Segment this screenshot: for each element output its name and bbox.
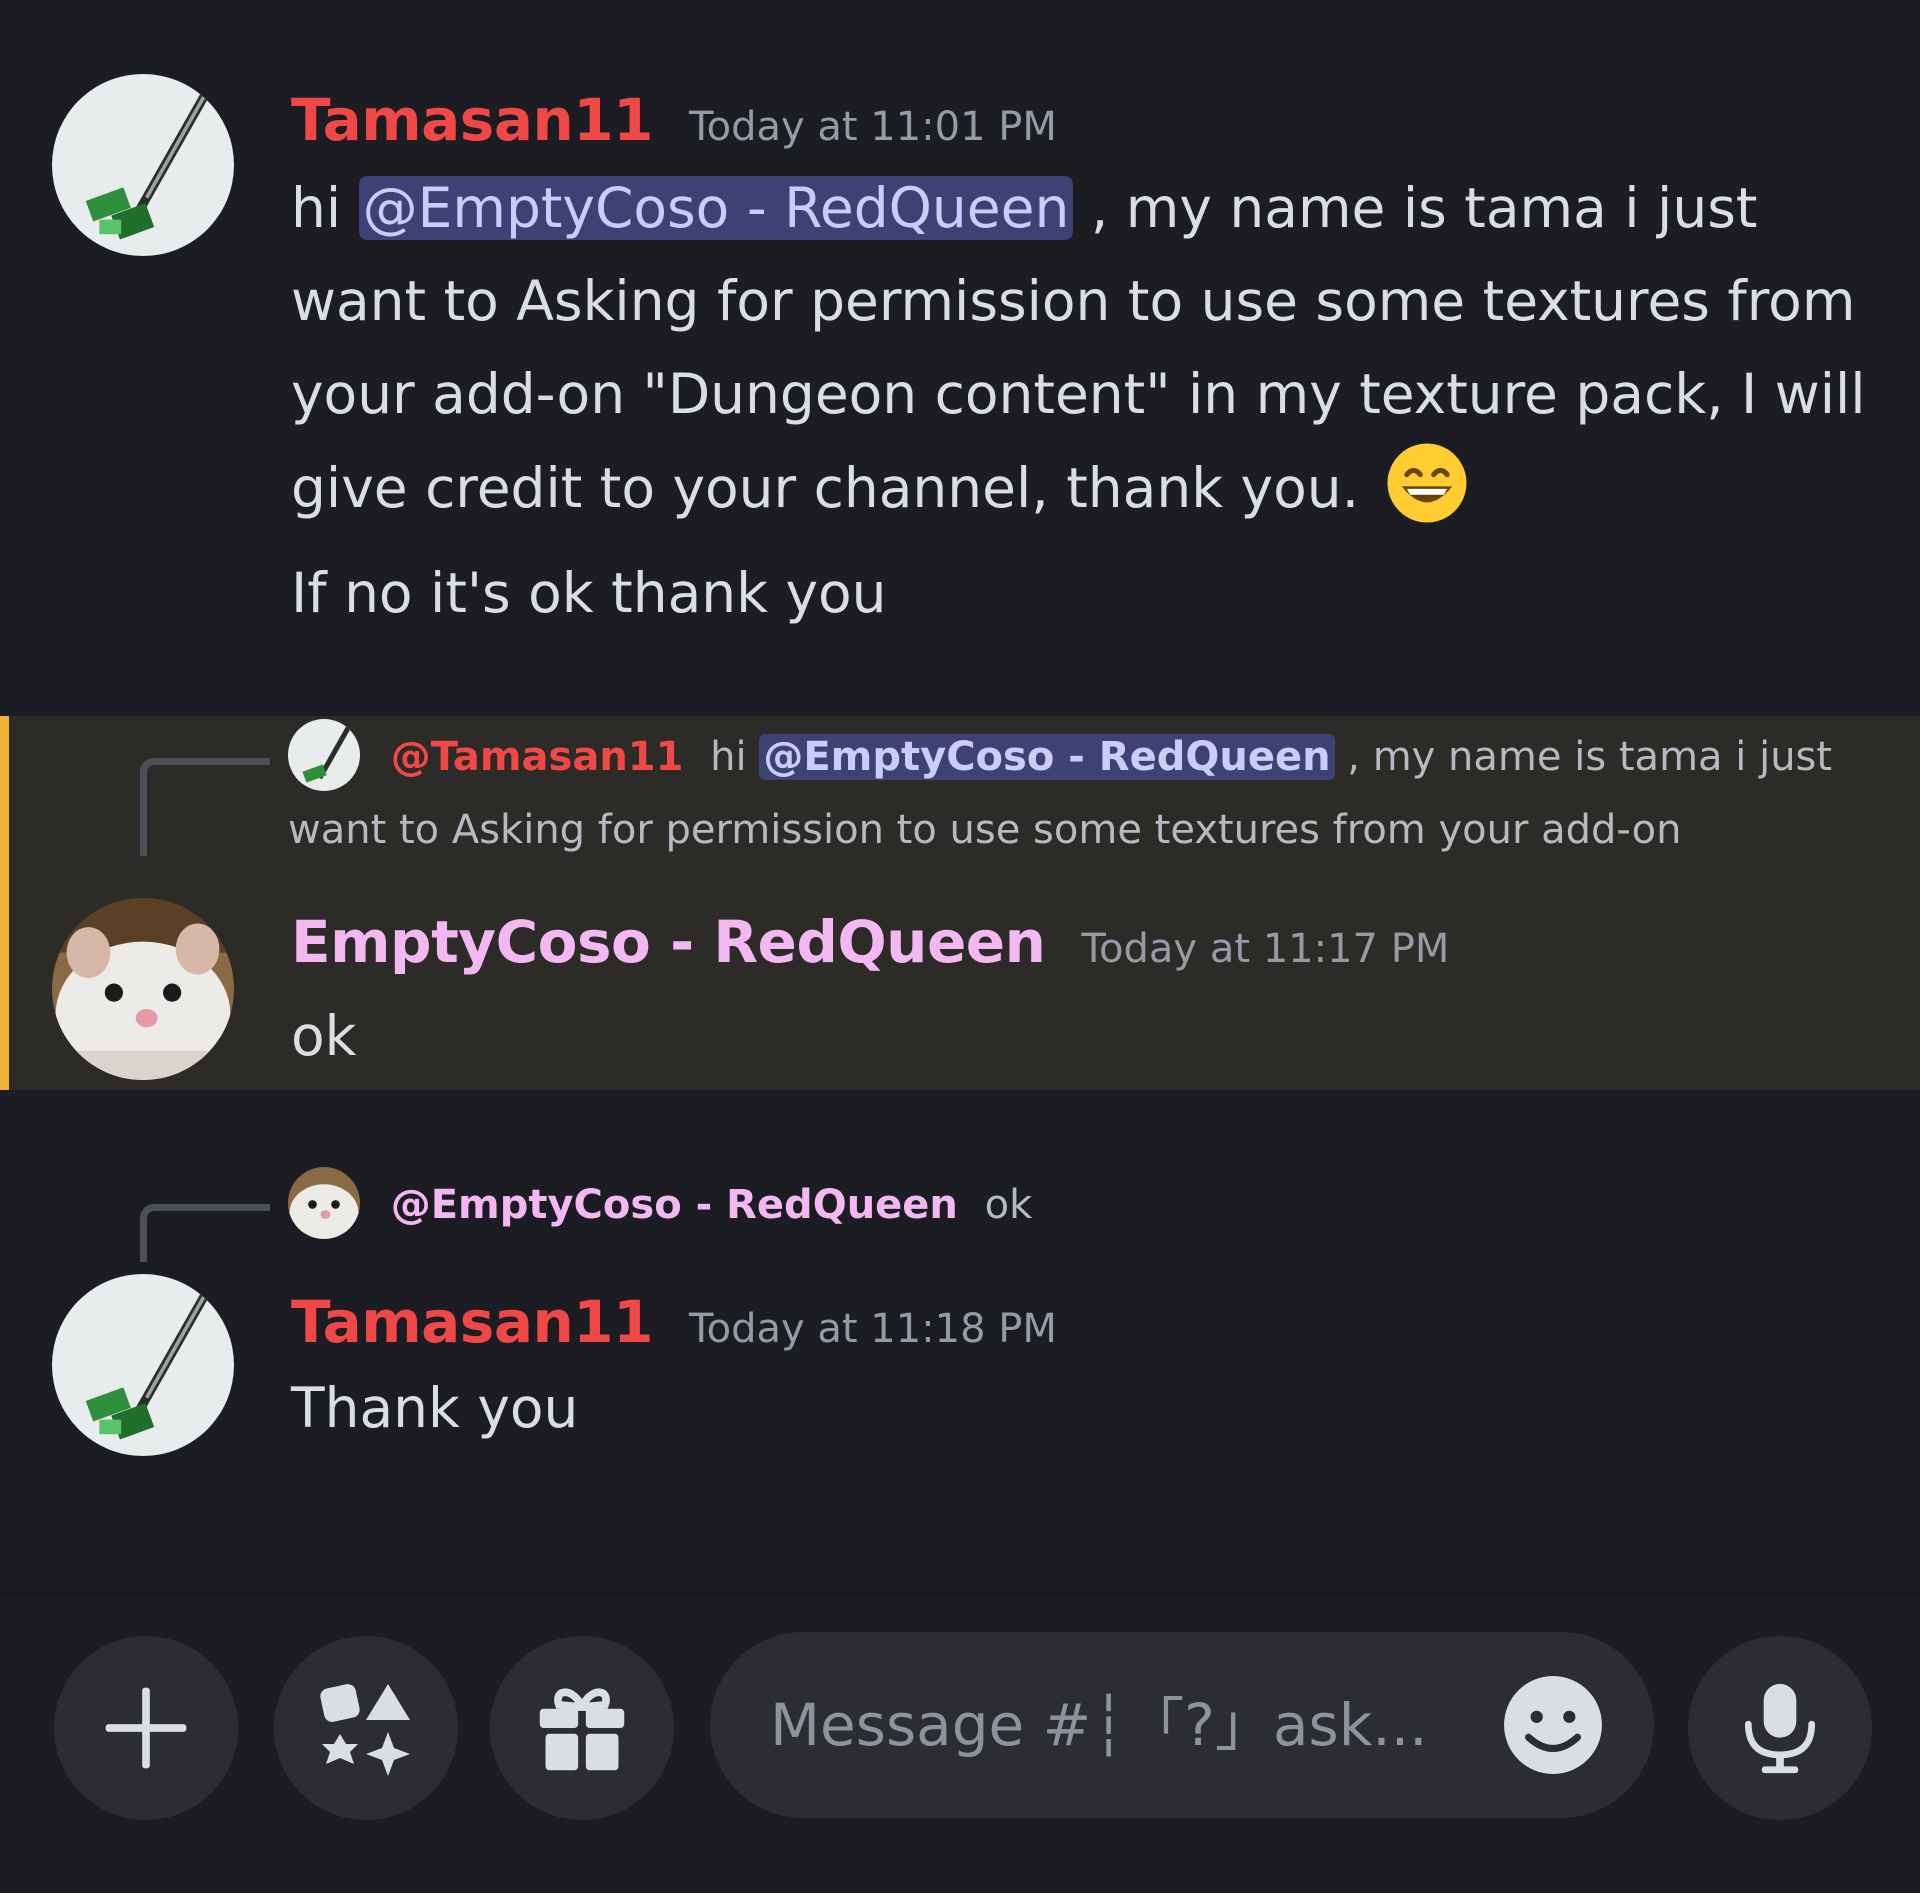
apps-icon xyxy=(320,1684,410,1776)
mention[interactable]: @EmptyCoso - RedQueen xyxy=(358,176,1074,240)
message-text: , my name is tama i just xyxy=(1090,176,1758,240)
reply-connector xyxy=(140,758,270,856)
reply-connector xyxy=(140,1204,270,1262)
message-content: Thank you xyxy=(291,1362,578,1455)
message-line: want to Asking for permission to use som… xyxy=(291,269,1856,333)
username[interactable]: Tamasan11 xyxy=(291,86,653,154)
avatar-emptycoso-small xyxy=(288,1167,360,1239)
reply-username[interactable]: @Tamasan11 xyxy=(391,734,684,780)
message-header: EmptyCoso - RedQueen Today at 11:17 PM xyxy=(291,908,1449,976)
reply-line: @Tamasan11 hi @EmptyCoso - RedQueen , my… xyxy=(288,719,1833,795)
username[interactable]: EmptyCoso - RedQueen xyxy=(291,908,1046,976)
emoji-icon xyxy=(1504,1676,1602,1774)
reply-text: hi xyxy=(710,734,747,780)
reply-preview[interactable]: @EmptyCoso - RedQueen ok xyxy=(288,1167,1033,1243)
emoji-button[interactable] xyxy=(1502,1674,1604,1776)
message-content: hi @EmptyCoso - RedQueen , my name is ta… xyxy=(291,162,1866,535)
pixel-sword-avatar-icon xyxy=(52,74,234,256)
reply-text: , my name is tama i just xyxy=(1347,734,1833,780)
message-input-placeholder: Message #┆「?」ask... xyxy=(770,1691,1428,1759)
message-content-2: If no it's ok thank you xyxy=(291,547,887,640)
avatar-emptycoso[interactable] xyxy=(52,898,234,1080)
composer-divider xyxy=(0,1592,1920,1595)
pixel-sword-avatar-icon xyxy=(288,719,360,791)
hamster-avatar-icon xyxy=(288,1167,360,1239)
username[interactable]: Tamasan11 xyxy=(291,1288,653,1356)
hamster-avatar-icon xyxy=(52,898,234,1080)
pixel-sword-avatar-icon xyxy=(52,1274,234,1456)
reply-text: ok xyxy=(984,1182,1033,1228)
message-line: your add-on "Dungeon content" in my text… xyxy=(291,362,1866,426)
message-content: ok xyxy=(291,990,357,1083)
gift-button[interactable] xyxy=(490,1636,674,1820)
avatar-tamasan11[interactable] xyxy=(52,74,234,256)
add-attachment-button[interactable] xyxy=(54,1636,238,1820)
message-header: Tamasan11 Today at 11:01 PM xyxy=(291,86,1057,154)
reply-line: @EmptyCoso - RedQueen ok xyxy=(288,1167,1033,1243)
message-line: give credit to your channel, thank you. xyxy=(291,441,1866,535)
grinning-emoji-icon[interactable] xyxy=(1385,441,1469,525)
message-header: Tamasan11 Today at 11:18 PM xyxy=(291,1288,1057,1356)
message-line: ok xyxy=(291,1004,357,1068)
message-line: If no it's ok thank you xyxy=(291,561,887,625)
reply-mention[interactable]: @EmptyCoso - RedQueen xyxy=(759,734,1335,780)
chat-view: Tamasan11 Today at 11:01 PM hi @EmptyCos… xyxy=(0,0,1920,1893)
reply-text: want to Asking for permission to use som… xyxy=(288,807,1682,853)
avatar-tamasan11-small xyxy=(288,719,360,791)
gift-icon xyxy=(539,1688,625,1771)
microphone-icon xyxy=(1744,1683,1816,1774)
message-text: give credit to your channel, thank you. xyxy=(291,456,1360,520)
apps-button[interactable] xyxy=(274,1636,458,1820)
message-text: hi xyxy=(291,176,342,240)
timestamp: Today at 11:18 PM xyxy=(688,1306,1057,1352)
reply-preview[interactable]: @Tamasan11 hi @EmptyCoso - RedQueen , my… xyxy=(288,719,1833,865)
avatar-tamasan11[interactable] xyxy=(52,1274,234,1456)
message-line: hi @EmptyCoso - RedQueen , my name is ta… xyxy=(291,162,1866,255)
message-input[interactable]: Message #┆「?」ask... xyxy=(710,1632,1654,1818)
timestamp: Today at 11:01 PM xyxy=(688,104,1057,150)
timestamp: Today at 11:17 PM xyxy=(1081,926,1450,972)
plus-icon xyxy=(105,1687,187,1769)
voice-message-button[interactable] xyxy=(1688,1636,1872,1820)
reply-username[interactable]: @EmptyCoso - RedQueen xyxy=(391,1182,958,1228)
message-line: Thank you xyxy=(291,1376,579,1440)
